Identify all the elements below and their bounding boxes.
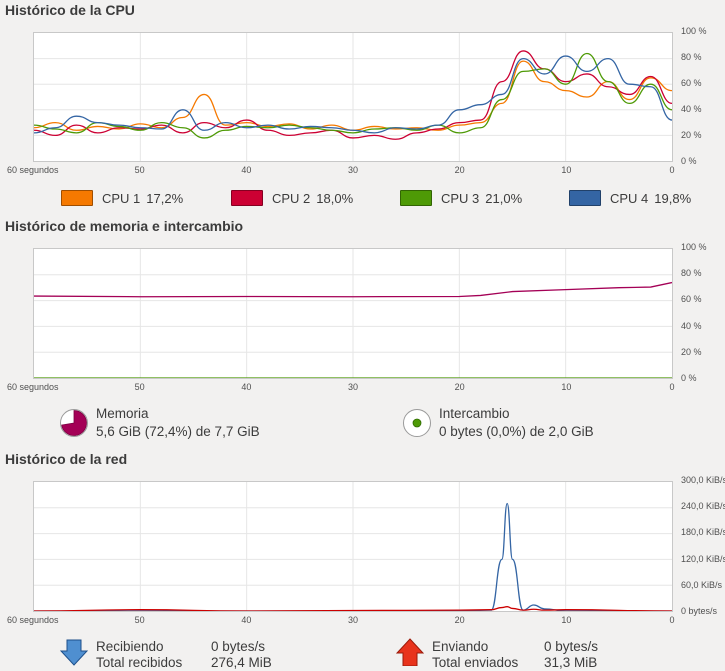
cpu-3-label: CPU 3: [441, 190, 480, 206]
y-tick-label: 180,0 KiB/s: [681, 527, 725, 538]
total-sent-label: Total enviados: [432, 655, 519, 670]
x-tick-label: 30: [347, 165, 358, 175]
cpu-history-title: Histórico de la CPU: [5, 2, 135, 18]
cpu-4-color-swatch[interactable]: [569, 190, 601, 206]
memory-label: Memoria: [96, 406, 149, 421]
y-tick-label: 300,0 KiB/s: [681, 475, 725, 485]
x-tick-label: 0: [669, 615, 675, 625]
receiving-info: Recibiendo 0 bytes/s Total recibidos 276…: [96, 639, 286, 670]
y-tick-label: 0 bytes/s: [681, 606, 718, 616]
y-tick-label: 100 %: [681, 26, 707, 36]
total-sent-value: 31,3 MiB: [544, 655, 598, 670]
total-received-label: Total recibidos: [96, 655, 183, 670]
network-chart-svg: [34, 482, 672, 611]
memory-chart-svg: [34, 249, 672, 378]
x-tick-label: 30: [347, 615, 358, 625]
y-tick-label: 20 %: [681, 130, 702, 140]
cpu-4-label: CPU 4: [610, 190, 649, 206]
x-tick-label: 10: [561, 382, 572, 392]
x-tick-label: 10: [561, 165, 572, 175]
legend-cpu-4[interactable]: CPU 4 19,8%: [569, 190, 691, 206]
x-tick-label: 40: [241, 615, 252, 625]
memory-history-title: Histórico de memoria e intercambio: [5, 218, 244, 234]
receiving-value: 0 bytes/s: [211, 639, 266, 654]
cpu-chart-svg: [34, 33, 672, 161]
y-tick-label: 120,0 KiB/s: [681, 553, 725, 564]
download-arrow-icon: [60, 639, 88, 666]
cpu-history-graph: [33, 32, 673, 162]
sending-info: Enviando 0 bytes/s Total enviados 31,3 M…: [432, 639, 632, 670]
y-tick-label: 60 %: [681, 294, 702, 305]
x-tick-label: 40: [241, 382, 252, 392]
x-tick-label: 20: [454, 165, 465, 175]
y-tick-label: 20 %: [681, 346, 702, 357]
legend-cpu-2[interactable]: CPU 2 18,0%: [231, 190, 353, 206]
cpu-1-label: CPU 1: [102, 190, 141, 206]
cpu-2-color-swatch[interactable]: [231, 190, 263, 206]
memory-detail: 5,6 GiB (72,4%) de 7,7 GiB: [96, 424, 260, 439]
network-history-graph: [33, 481, 673, 612]
memory-pie-icon[interactable]: [59, 408, 89, 438]
swap-pie-icon[interactable]: [402, 408, 432, 438]
cpu-2-label: CPU 2: [272, 190, 311, 206]
y-tick-label: 40 %: [681, 320, 702, 331]
x-tick-label: 50: [134, 165, 145, 175]
swap-label: Intercambio: [439, 406, 510, 421]
memory-info: Memoria 5,6 GiB (72,4%) de 7,7 GiB: [96, 405, 260, 441]
sending-label: Enviando: [432, 639, 489, 654]
memory-history-graph: [33, 248, 673, 379]
x-tick-label: 30: [347, 382, 358, 392]
cpu-1-color-swatch[interactable]: [61, 190, 93, 206]
cpu-3-value: 21,0%: [485, 190, 523, 206]
y-tick-label: 240,0 KiB/s: [681, 501, 725, 512]
y-tick-label: 80 %: [681, 52, 702, 62]
swap-info: Intercambio 0 bytes (0,0%) de 2,0 GiB: [439, 405, 594, 441]
cpu-2-value: 18,0%: [316, 190, 354, 206]
cpu-3-color-swatch[interactable]: [400, 190, 432, 206]
receiving-label: Recibiendo: [96, 639, 164, 654]
network-history-title: Histórico de la red: [5, 451, 128, 467]
y-tick-label: 60 %: [681, 78, 702, 88]
total-received-value: 276,4 MiB: [211, 655, 272, 670]
y-tick-label: 0 %: [681, 156, 697, 166]
y-tick-label: 80 %: [681, 268, 702, 279]
x-tick-label: 50: [134, 615, 145, 625]
sending-value: 0 bytes/s: [544, 639, 599, 654]
y-tick-label: 40 %: [681, 104, 702, 114]
y-tick-label: 0 %: [681, 373, 697, 383]
x-tick-label: 50: [134, 382, 145, 392]
y-tick-label: 60,0 KiB/s: [681, 579, 723, 590]
upload-arrow-icon: [396, 638, 424, 666]
x-tick-label: 60 segundos: [7, 382, 59, 392]
x-tick-label: 0: [669, 165, 675, 175]
x-tick-label: 0: [669, 382, 675, 392]
x-tick-label: 40: [241, 165, 252, 175]
cpu-1-value: 17,2%: [146, 190, 184, 206]
x-tick-label: 10: [561, 615, 572, 625]
swap-detail: 0 bytes (0,0%) de 2,0 GiB: [439, 424, 594, 439]
x-tick-label: 20: [454, 615, 465, 625]
cpu-4-value: 19,8%: [654, 190, 692, 206]
x-tick-label: 60 segundos: [7, 165, 59, 175]
x-tick-label: 20: [454, 382, 465, 392]
legend-cpu-3[interactable]: CPU 3 21,0%: [400, 190, 522, 206]
y-tick-label: 100 %: [681, 242, 707, 252]
x-tick-label: 60 segundos: [7, 615, 59, 625]
legend-cpu-1[interactable]: CPU 1 17,2%: [61, 190, 183, 206]
